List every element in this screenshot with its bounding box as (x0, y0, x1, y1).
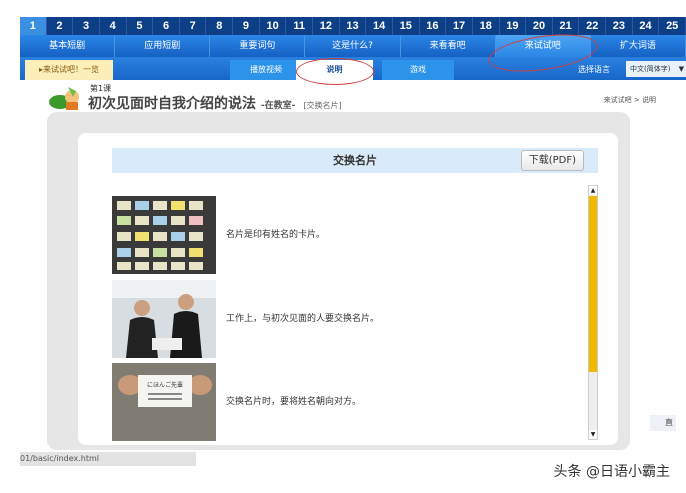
page-title: 初次见面时自我介绍的说法 -在教室- [交换名片] (88, 93, 342, 113)
business-cards-image (112, 196, 216, 274)
office-exchange-image (112, 280, 216, 358)
row-text: 名片是印有姓名的卡片。 (226, 230, 326, 240)
scroll-up-icon[interactable]: ▲ (589, 186, 597, 195)
card-handover-image: にほんご先輩 (112, 363, 216, 441)
category-tab[interactable]: 应用短剧 (115, 35, 211, 57)
category-tab[interactable]: 重要词句 (210, 35, 306, 57)
lesson-tab-8[interactable]: 8 (206, 17, 234, 35)
lesson-tab-15[interactable]: 15 (393, 17, 420, 35)
lesson-tab-3[interactable]: 3 (73, 17, 100, 35)
category-tab[interactable]: 这是什么? (305, 35, 401, 57)
lesson-tab-16[interactable]: 16 (420, 17, 447, 35)
lesson-tab-4[interactable]: 4 (100, 17, 127, 35)
mascot-icon (49, 87, 79, 110)
lesson-tab-5[interactable]: 5 (127, 17, 154, 35)
annotation-circle (296, 58, 374, 85)
title-section: [交换名片] (303, 101, 342, 110)
breadcrumb: 来试试吧 > 说明 (603, 96, 656, 104)
row-text: 工作上，与初次见面的人要交换名片。 (226, 314, 380, 324)
category-tab[interactable]: 基本短剧 (20, 35, 116, 57)
content-scrollbar[interactable]: ▲ ▼ (588, 185, 598, 440)
chevron-down-icon: ▼ (678, 65, 684, 73)
tab-play-video[interactable]: 播放视频 (230, 60, 302, 80)
lesson-tab-6[interactable]: 6 (153, 17, 180, 35)
category-tab[interactable]: 来看看吧 (401, 35, 496, 57)
list-item: にほんご先輩 交换名片时，要将姓名朝向对方。 (112, 363, 582, 441)
overview-tab[interactable]: ▸来试试吧！一览 (25, 60, 113, 80)
category-tab[interactable]: 扩大词语 (591, 35, 686, 57)
lesson-tab-20[interactable]: 20 (526, 17, 553, 35)
lesson-number-bar: 1 2 3 4 5 6 7 8 9 10 11 12 13 14 15 16 17 18 19 20 21 22 23 24 2… (20, 17, 686, 35)
title-location: -在教室- (260, 101, 296, 111)
title-text: 初次见面时自我介绍的说法 (88, 96, 256, 112)
lesson-tab-1[interactable]: 1 (20, 17, 47, 35)
lesson-tab-10[interactable]: 10 (260, 17, 287, 35)
lesson-tab-17[interactable]: 17 (446, 17, 473, 35)
watermark: 头条 @日语小霸主 (553, 464, 670, 480)
lesson-tab-23[interactable]: 23 (606, 17, 633, 35)
list-item: 名片是印有姓名的卡片。 (112, 196, 582, 274)
scrollbar-thumb[interactable] (589, 196, 597, 372)
section-title-bar: 交换名片 下载(PDF) (112, 148, 598, 173)
lesson-tab-7[interactable]: 7 (180, 17, 207, 35)
lesson-tab-25[interactable]: 25 (659, 17, 686, 35)
language-select[interactable]: 中文(简体字) ▼ (626, 61, 686, 77)
lesson-tab-18[interactable]: 18 (473, 17, 500, 35)
lesson-tab-14[interactable]: 14 (366, 17, 393, 35)
scroll-down-icon[interactable]: ▼ (589, 430, 597, 439)
status-bar-url: 01/basic/index.html (20, 452, 196, 466)
language-value: 中文(简体字) (630, 65, 671, 73)
download-pdf-button[interactable]: 下载(PDF) (520, 150, 584, 171)
tab-game[interactable]: 游戏 (382, 60, 454, 80)
lesson-tab-9[interactable]: 9 (233, 17, 260, 35)
side-button[interactable]: 直 (650, 415, 676, 431)
lesson-tab-12[interactable]: 12 (313, 17, 340, 35)
lesson-tab-2[interactable]: 2 (47, 17, 74, 35)
row-text: 交换名片时，要将姓名朝向对方。 (226, 397, 362, 407)
lesson-tab-19[interactable]: 19 (500, 17, 527, 35)
lesson-tab-22[interactable]: 22 (579, 17, 607, 35)
lesson-tab-13[interactable]: 13 (340, 17, 367, 35)
language-label: 选择语言 (578, 65, 610, 74)
list-item: 工作上，与初次见面的人要交换名片。 (112, 280, 582, 358)
card-text: にほんご先輩 (147, 381, 183, 389)
lesson-tab-11[interactable]: 11 (286, 17, 314, 35)
lesson-tab-21[interactable]: 21 (553, 17, 580, 35)
lesson-tab-24[interactable]: 24 (633, 17, 660, 35)
